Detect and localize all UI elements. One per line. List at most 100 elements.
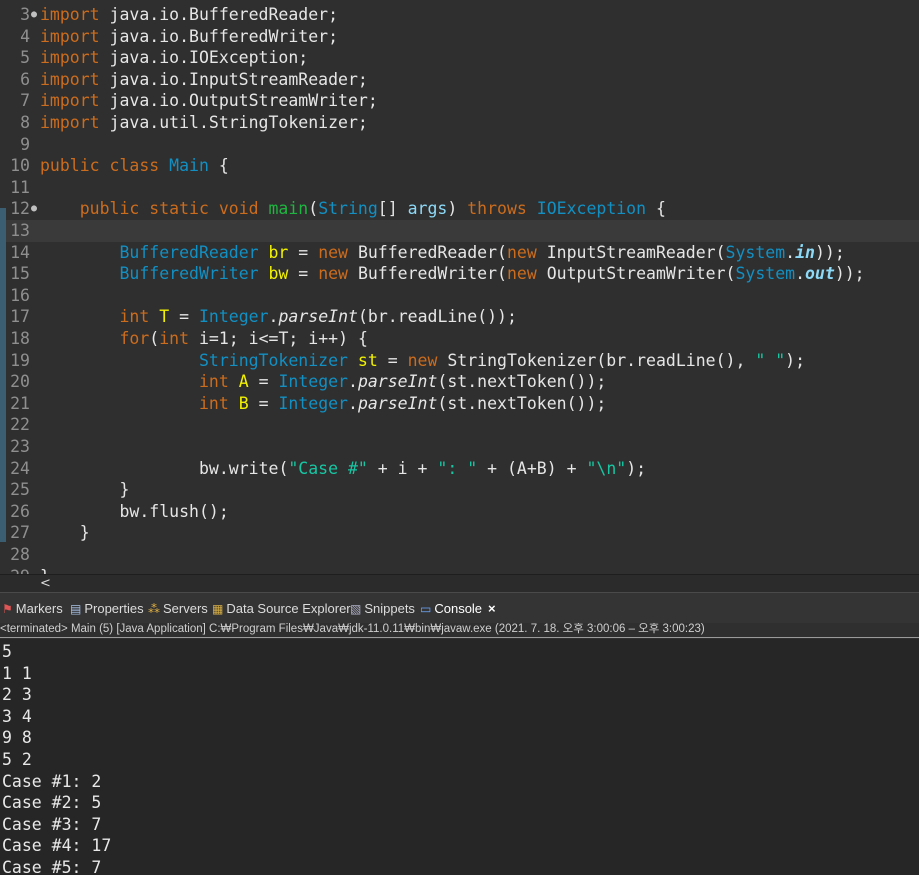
code-line[interactable]: 13	[0, 220, 919, 242]
code-token: +	[407, 458, 438, 478]
code-token: import	[40, 113, 100, 132]
code-text: public static void main(String[] args) t…	[40, 198, 666, 220]
tab-markers[interactable]: ⚑ Markers	[2, 599, 63, 619]
code-line[interactable]: 28	[0, 544, 919, 566]
fold-marker-icon[interactable]: ●	[31, 4, 37, 26]
line-number: 5	[20, 48, 30, 68]
code-line[interactable]: 17 int T = Integer.parseInt(br.readLine(…	[0, 306, 919, 328]
console-line: Case #4: 17	[2, 836, 112, 856]
code-text: import java.util.StringTokenizer;	[40, 112, 368, 134]
horizontal-scrollbar[interactable]: <	[0, 574, 919, 593]
code-token: );	[626, 458, 647, 478]
code-line[interactable]: 4 import java.io.BufferedWriter;	[0, 26, 919, 48]
code-token: ());	[566, 372, 607, 392]
code-token: bw	[119, 501, 140, 521]
code-line[interactable]: 25 }	[0, 479, 919, 501]
code-line[interactable]: 19 StringTokenizer st = new StringTokeni…	[0, 350, 919, 372]
code-line[interactable]: 12 ● public static void main(String[] arg…	[0, 198, 919, 220]
code-token: BufferedWriter	[119, 264, 259, 284]
code-line[interactable]: 24 bw.write("Case #" + i + ": " + (A+B) …	[0, 458, 919, 480]
console-line: Case #2: 5	[2, 793, 102, 813]
console-line: 5 2	[2, 750, 32, 769]
code-text: import java.io.BufferedReader;	[40, 4, 338, 26]
console-output[interactable]: 51 12 33 49 85 2 Case #1: 2 Case #2: 5 Case…	[0, 639, 919, 875]
code-token: parseInt	[357, 372, 438, 392]
tab-label: Data Source Explorer	[226, 601, 351, 616]
code-line[interactable]: 14 BufferedReader br = new BufferedReade…	[0, 242, 919, 264]
code-token: java.util.StringTokenizer;	[99, 113, 368, 132]
code-line[interactable]: 23	[0, 436, 919, 458]
fold-marker-icon[interactable]: ●	[31, 198, 37, 220]
code-line[interactable]: 22	[0, 414, 919, 436]
tab-servers[interactable]: ⁂ Servers	[148, 599, 208, 619]
code-token: flush	[149, 501, 199, 521]
code-line[interactable]: 5 import java.io.IOException;	[0, 47, 919, 69]
code-token: Main	[169, 156, 209, 176]
code-token: (),	[715, 350, 756, 370]
close-icon[interactable]: ×	[488, 601, 496, 616]
code-token: br	[606, 350, 627, 370]
console-line: 3 4	[2, 706, 32, 726]
line-number: 29	[0, 566, 30, 574]
code-token: (	[497, 242, 507, 262]
code-token: (	[437, 393, 448, 413]
code-text: bw.flush();	[40, 501, 228, 523]
code-token: B	[238, 393, 249, 413]
tab-label: Console	[434, 601, 483, 616]
code-token: java.io.InputStreamReader;	[99, 69, 368, 89]
code-token: IOException	[536, 199, 647, 219]
code-line[interactable]: 6 import java.io.InputStreamReader;	[0, 69, 919, 91]
code-text: for(int i=1; i<=T; i++) {	[40, 328, 367, 350]
code-token: i	[308, 329, 319, 348]
code-line[interactable]: 21 int B = Integer.parseInt(st.nextToken…	[0, 393, 919, 415]
code-line[interactable]: 8 import java.util.StringTokenizer;	[0, 112, 919, 134]
code-line[interactable]: 20 int A = Integer.parseInt(st.nextToken…	[0, 371, 919, 393]
code-line[interactable]: 10 public class Main {	[0, 155, 919, 177]
code-token: i	[248, 329, 259, 348]
code-line[interactable]: 29}	[0, 566, 919, 574]
code-editor[interactable]: 3 ● import java.io.BufferedReader; 4 import …	[0, 0, 919, 574]
code-line[interactable]: 9	[0, 134, 919, 156]
tab-console[interactable]: ▭ Console ×	[420, 599, 496, 619]
code-line[interactable]: 16	[0, 285, 919, 307]
code-text: import java.io.BufferedWriter;	[40, 26, 338, 48]
tab-data-source-explorer[interactable]: ▦ Data Source Explorer	[212, 599, 351, 619]
code-line[interactable]: 27 }	[0, 522, 919, 544]
code-line[interactable]: 3 ● import java.io.BufferedReader;	[0, 4, 919, 26]
code-line[interactable]: 18 for(int i=1; i<=T; i++) {	[0, 328, 919, 350]
code-text: bw.write("Case #" + i + ": " + (A+B) + "…	[40, 458, 646, 480]
code-token: "\n"	[586, 458, 627, 478]
code-token: new	[318, 264, 358, 284]
code-token: (	[278, 458, 289, 478]
code-token: java.io.BufferedWriter;	[99, 26, 339, 46]
code-token: nextToken	[477, 393, 567, 413]
code-line[interactable]: 15 BufferedWriter bw = new BufferedWrite…	[0, 263, 919, 285]
console-line: 2 3	[2, 685, 32, 705]
code-token: System	[725, 242, 786, 262]
code-token: =	[377, 350, 408, 370]
code-token: new	[506, 264, 547, 284]
tab-properties[interactable]: ▤ Properties	[70, 599, 144, 619]
code-token: String	[318, 199, 378, 219]
code-token: B	[536, 458, 547, 478]
code-token: .	[795, 264, 805, 284]
code-text: int T = Integer.parseInt(br.readLine());	[40, 306, 516, 328]
code-token: for	[119, 329, 150, 348]
tab-snippets[interactable]: ▧ Snippets	[350, 599, 415, 619]
code-token: ));	[814, 242, 845, 262]
code-token: int	[119, 307, 160, 327]
code-line[interactable]: 26 bw.flush();	[0, 501, 919, 523]
scroll-left-arrow-icon[interactable]: <	[40, 575, 51, 593]
code-token: );	[785, 350, 806, 370]
code-text: BufferedReader br = new BufferedReader(n…	[40, 242, 845, 264]
code-token: br	[367, 307, 388, 327]
code-token: int	[198, 372, 239, 392]
code-token: BufferedWriter	[357, 264, 498, 284]
code-token: import	[40, 91, 100, 111]
code-line[interactable]: 11	[0, 177, 919, 199]
code-line[interactable]: 7 import java.io.OutputStreamWriter;	[0, 90, 919, 112]
